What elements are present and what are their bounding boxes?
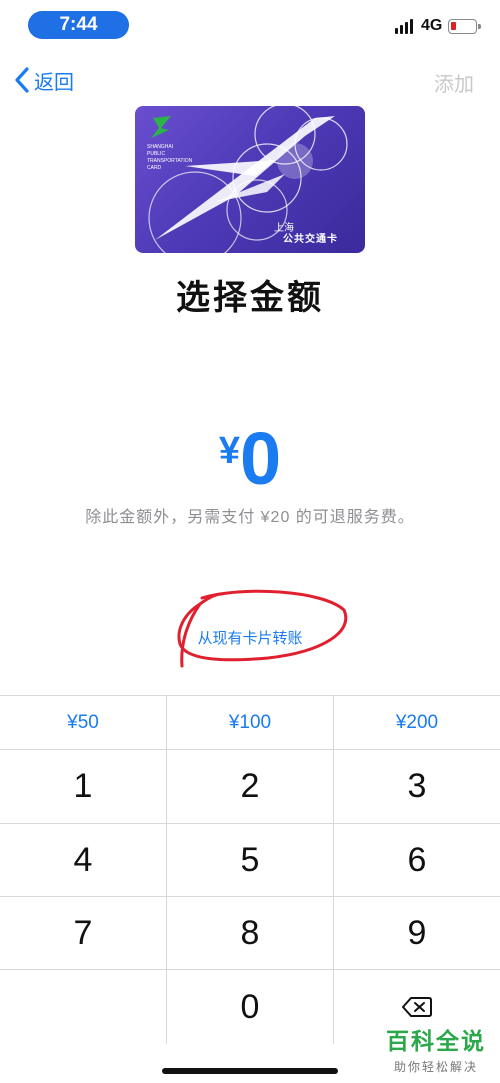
- svg-text:CARD: CARD: [147, 165, 162, 171]
- key-2[interactable]: 2: [167, 750, 334, 823]
- card-name-line2: 公共交通卡: [283, 234, 338, 245]
- key-0[interactable]: 0: [167, 970, 334, 1044]
- signal-strength-icon: [395, 18, 415, 34]
- transit-logo-icon: [151, 116, 171, 138]
- svg-text:TRANSPORTATION: TRANSPORTATION: [147, 158, 193, 164]
- status-bar: 7:44 4G: [0, 0, 500, 52]
- add-button[interactable]: 添加: [434, 68, 474, 97]
- key-8[interactable]: 8: [167, 897, 334, 969]
- quick-amount-row: ¥50 ¥100 ¥200: [0, 696, 500, 750]
- key-3[interactable]: 3: [334, 750, 500, 823]
- service-fee-note: 除此金额外，另需支付 ¥20 的可退服务费。: [85, 509, 415, 526]
- transfer-from-card-link[interactable]: 从现有卡片转账: [0, 627, 500, 648]
- chevron-left-icon: [15, 67, 29, 93]
- quick-amount-100[interactable]: ¥100: [167, 696, 334, 749]
- keypad-row-3: 7 8 9: [0, 897, 500, 970]
- back-label: 返回: [34, 71, 74, 94]
- key-6[interactable]: 6: [334, 824, 500, 896]
- svg-text:PUBLIC: PUBLIC: [147, 151, 165, 157]
- back-button[interactable]: 返回: [14, 64, 74, 96]
- amount-value: 0: [239, 417, 282, 500]
- watermark: 百科全说 助你轻松解决: [386, 1022, 486, 1075]
- battery-icon: [448, 19, 481, 34]
- keypad-row-1: 1 2 3: [0, 750, 500, 824]
- amount-display: ¥0: [0, 416, 500, 501]
- key-7[interactable]: 7: [0, 897, 167, 969]
- home-indicator[interactable]: [162, 1068, 338, 1074]
- key-5[interactable]: 5: [167, 824, 334, 896]
- card-logo-text: SHANGHAI: [147, 144, 173, 150]
- amount-currency: ¥: [218, 430, 240, 472]
- key-4[interactable]: 4: [0, 824, 167, 896]
- quick-amount-200[interactable]: ¥200: [334, 696, 500, 749]
- key-1[interactable]: 1: [0, 750, 167, 823]
- keypad-row-2: 4 5 6: [0, 824, 500, 897]
- network-type: 4G: [421, 17, 443, 34]
- status-time: 7:44: [28, 11, 129, 39]
- watermark-slogan: 助你轻松解决: [393, 1060, 478, 1074]
- watermark-brand: 百科全说: [386, 1028, 486, 1054]
- key-empty: [0, 970, 167, 1044]
- page-title: 选择金额: [176, 279, 324, 317]
- quick-amount-50[interactable]: ¥50: [0, 696, 167, 749]
- key-9[interactable]: 9: [334, 897, 500, 969]
- delete-backspace-icon: [402, 997, 432, 1017]
